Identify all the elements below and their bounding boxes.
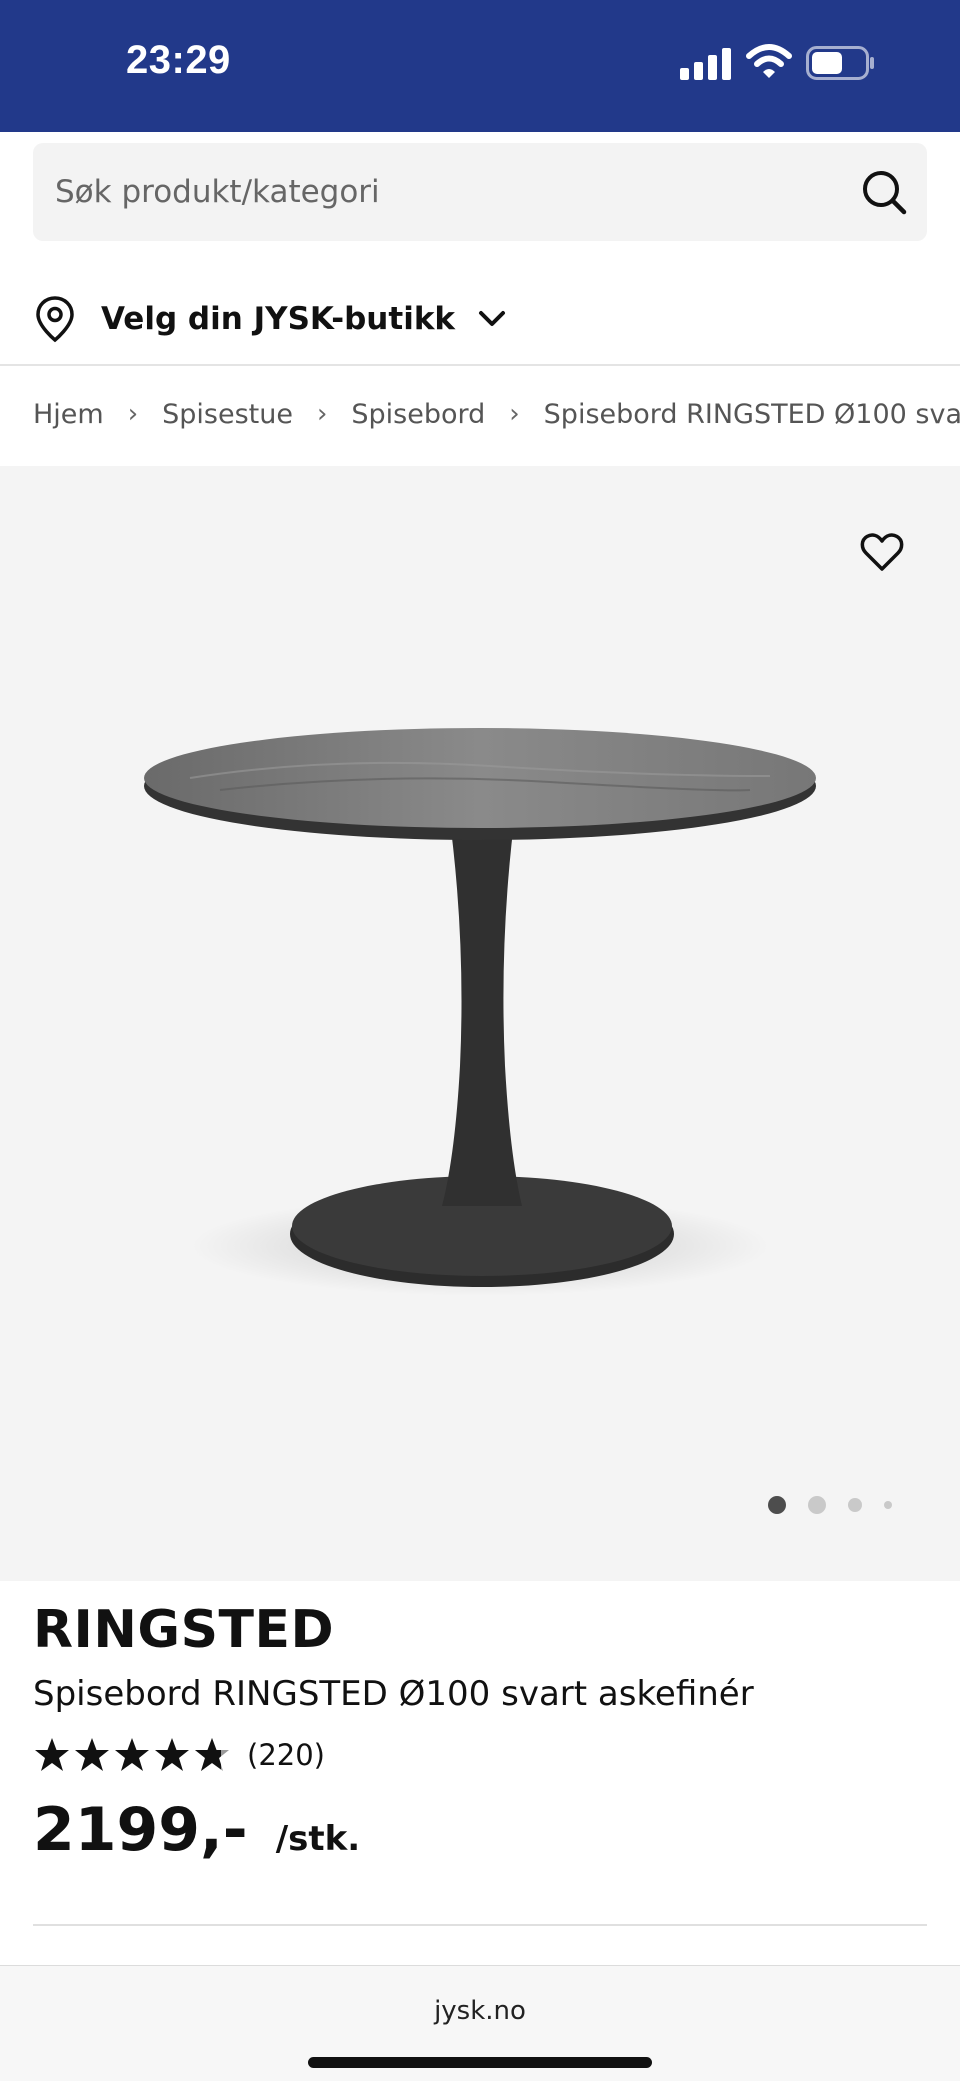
breadcrumb-item-home[interactable]: Hjem xyxy=(33,399,104,430)
star-icon xyxy=(115,1738,149,1771)
home-indicator[interactable] xyxy=(308,2057,652,2068)
pagination-dot[interactable] xyxy=(808,1496,826,1514)
search-input[interactable] xyxy=(55,143,815,241)
breadcrumb-item-spisestue[interactable]: Spisestue xyxy=(162,399,293,430)
chevron-right-icon: › xyxy=(509,399,520,429)
browser-address-bar[interactable]: jysk.no xyxy=(0,1965,960,2081)
price-unit: /stk. xyxy=(275,1819,361,1859)
pagination-dot[interactable] xyxy=(848,1498,862,1512)
product-brand: RINGSTED xyxy=(33,1600,335,1660)
product-image xyxy=(144,728,816,1296)
pagination-dot[interactable] xyxy=(768,1496,786,1514)
search-icon[interactable] xyxy=(861,169,907,215)
search-bar xyxy=(33,143,927,241)
store-selector[interactable]: Velg din JYSK-butikk xyxy=(33,288,509,350)
chevron-right-icon: › xyxy=(127,399,139,429)
product-image-gallery[interactable] xyxy=(0,466,960,1581)
gallery-pagination xyxy=(768,1496,914,1514)
price-row: 2199,- /stk. xyxy=(33,1795,360,1865)
wifi-icon xyxy=(746,44,792,78)
product-rating[interactable]: (220) xyxy=(33,1733,325,1777)
product-price: 2199,- xyxy=(33,1795,248,1865)
battery-icon xyxy=(806,46,874,80)
chevron-down-icon xyxy=(479,311,506,326)
location-pin-icon xyxy=(36,296,74,343)
rating-stars xyxy=(33,1736,233,1774)
breadcrumb-item-spisebord[interactable]: Spisebord xyxy=(351,399,485,430)
status-bar: 23:29 xyxy=(0,0,960,132)
url-label[interactable]: jysk.no xyxy=(0,1996,960,2026)
divider xyxy=(33,1924,927,1926)
breadcrumb: Hjem › Spisestue › Spisebord › Spisebord… xyxy=(33,392,960,436)
breadcrumb-item-current: Spisebord RINGSTED Ø100 svart as xyxy=(543,398,960,430)
star-icon xyxy=(155,1738,189,1771)
cellular-signal-icon xyxy=(680,48,731,80)
divider xyxy=(0,364,960,366)
star-icon xyxy=(35,1738,69,1771)
star-partial-icon xyxy=(195,1738,229,1771)
review-count: (220) xyxy=(247,1738,325,1772)
star-icon xyxy=(75,1738,109,1771)
status-time: 23:29 xyxy=(126,38,231,82)
store-selector-label: Velg din JYSK-butikk xyxy=(101,301,456,337)
pagination-dot[interactable] xyxy=(884,1501,892,1509)
product-name: Spisebord RINGSTED Ø100 svart askefinér xyxy=(33,1674,754,1714)
chevron-right-icon: › xyxy=(316,399,328,429)
heart-icon[interactable] xyxy=(860,532,904,572)
